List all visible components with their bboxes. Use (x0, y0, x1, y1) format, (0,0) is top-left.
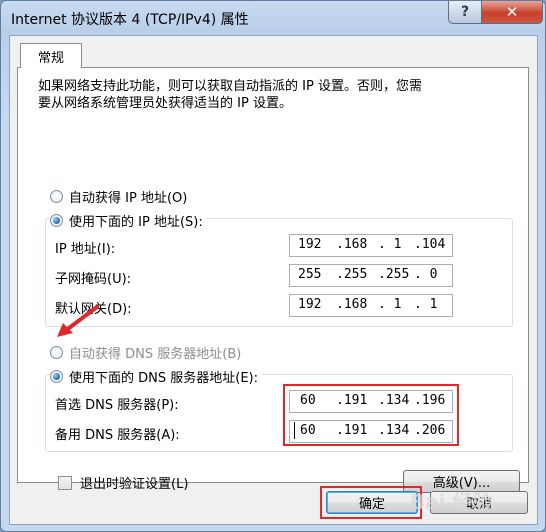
manual-ip-radio[interactable]: 使用下面的 IP 地址(S): (50, 211, 207, 230)
watermark: Bai 经验 (410, 490, 493, 514)
subnet-mask-label: 子网掩码(U): (55, 272, 132, 287)
validate-settings-checkbox[interactable]: 退出时验证设置(L) (58, 473, 188, 492)
default-gateway-input[interactable]: 192 .168 . 1 . 1 (289, 294, 453, 317)
octet-3: . 1 (378, 237, 402, 252)
checkbox-icon (58, 475, 72, 490)
dialog-client: 常规 如果网络支持此功能，则可以获取自动指派的 IP 设置。否则，您需 要从网络… (9, 35, 538, 525)
octet-4: . 0 (414, 267, 438, 282)
preferred-dns-label: 首选 DNS 服务器(P): (55, 398, 179, 413)
tab-panel-general: 如果网络支持此功能，则可以获取自动指派的 IP 设置。否则，您需 要从网络系统管… (17, 67, 529, 493)
auto-ip-label: 自动获得 IP 地址(O) (69, 191, 188, 206)
auto-ip-radio[interactable]: 自动获得 IP 地址(O) (50, 187, 187, 206)
octet-3: . 1 (378, 297, 402, 312)
ip-address-label: IP 地址(I): (55, 242, 116, 257)
subnet-mask-input[interactable]: 255 .255 .255 . 0 (289, 264, 453, 287)
octet-1: 255 (298, 267, 322, 282)
dialog-window: Internet 协议版本 4 (TCP/IPv4) 属性 ? ✕ 常规 如果网… (0, 0, 546, 532)
window-title: Internet 协议版本 4 (TCP/IPv4) 属性 (11, 12, 249, 28)
help-button[interactable]: ? (448, 1, 482, 24)
radio-checked-icon (50, 370, 63, 383)
radio-unchecked-icon (50, 346, 63, 359)
ok-highlight-box (320, 486, 422, 519)
tab-general[interactable]: 常规 (20, 43, 82, 68)
octet-4: .104 (414, 237, 446, 252)
close-button[interactable]: ✕ (481, 1, 543, 24)
dns-highlight-box (283, 384, 459, 446)
octet-3: .255 (378, 267, 410, 282)
alternate-dns-label: 备用 DNS 服务器(A): (55, 428, 180, 443)
manual-dns-label: 使用下面的 DNS 服务器地址(E): (69, 371, 258, 386)
auto-dns-radio[interactable]: 自动获得 DNS 服务器地址(B) (50, 343, 241, 362)
manual-dns-radio[interactable]: 使用下面的 DNS 服务器地址(E): (50, 367, 262, 386)
octet-1: 192 (298, 297, 322, 312)
octet-2: .255 (336, 267, 368, 282)
title-bar[interactable]: Internet 协议版本 4 (TCP/IPv4) 属性 ? ✕ (1, 1, 545, 35)
red-arrow-icon (57, 305, 99, 337)
ip-address-input[interactable]: 192 .168 . 1 .104 (289, 234, 453, 257)
manual-ip-label: 使用下面的 IP 地址(S): (69, 215, 203, 230)
octet-2: .168 (336, 237, 368, 252)
description-text: 如果网络支持此功能，则可以获取自动指派的 IP 设置。否则，您需 要从网络系统管… (38, 79, 422, 111)
octet-1: 192 (298, 237, 322, 252)
radio-unchecked-icon (50, 190, 63, 203)
auto-dns-label: 自动获得 DNS 服务器地址(B) (69, 347, 242, 362)
octet-4: . 1 (414, 297, 438, 312)
validate-settings-label: 退出时验证设置(L) (80, 477, 189, 492)
octet-2: .168 (336, 297, 368, 312)
radio-checked-icon (50, 214, 63, 227)
